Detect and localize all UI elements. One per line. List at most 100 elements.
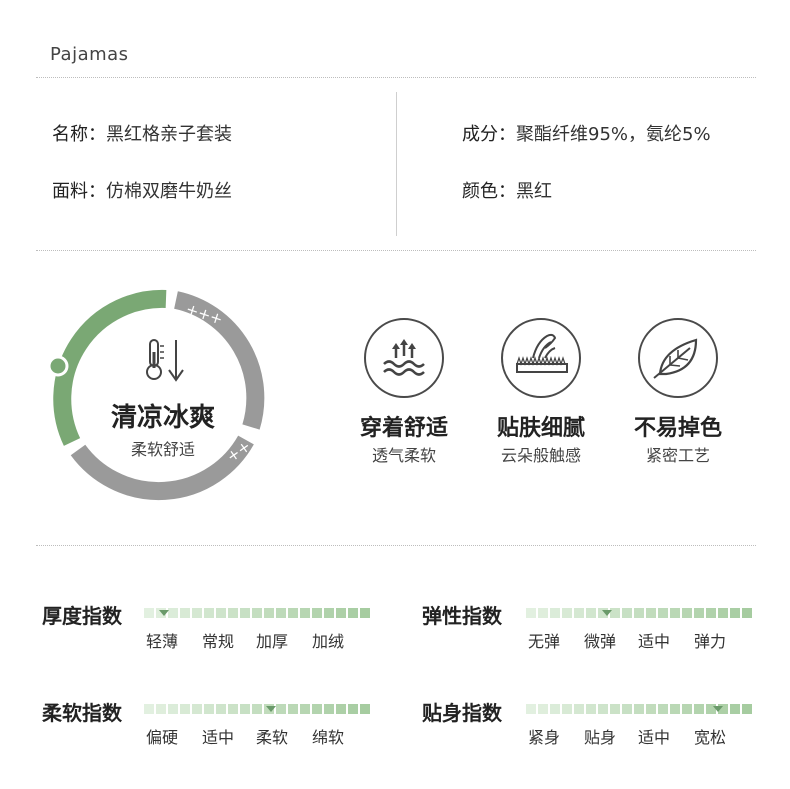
scale-segment — [288, 704, 298, 714]
leaf-icon — [638, 318, 718, 398]
scale-segment — [360, 704, 370, 714]
spec-name-label: 名称： — [52, 124, 106, 145]
scale-segment — [694, 704, 704, 714]
scale-label: 弹力 — [694, 632, 727, 651]
scale-label: 常规 — [202, 632, 235, 651]
scale-segment — [180, 608, 190, 618]
scale-segment — [192, 704, 202, 714]
spec-divider — [396, 92, 397, 236]
scale-segment — [240, 608, 250, 618]
feature-subtitle-skin: 云朵般触感 — [500, 446, 581, 465]
scale-segment — [312, 608, 322, 618]
scale-segment — [574, 704, 584, 714]
scale-segment — [562, 704, 572, 714]
wave-breathable-icon — [364, 318, 444, 398]
scale-segment — [276, 608, 286, 618]
scale-label: 绵软 — [312, 728, 345, 747]
scale-segment — [586, 704, 596, 714]
scale-label: 偏硬 — [146, 728, 179, 747]
spec-fabric-label: 面料： — [52, 181, 106, 202]
scale-segment — [300, 704, 310, 714]
scale-segment — [144, 608, 154, 618]
scale-marker — [602, 610, 613, 616]
scale-segment — [360, 608, 370, 618]
scale-label: 加绒 — [312, 632, 345, 651]
spec-composition-label: 成分： — [462, 124, 516, 145]
scale-segment — [288, 608, 298, 618]
scale-segment — [168, 608, 178, 618]
feature-title-colorfast: 不易掉色 — [633, 416, 722, 441]
spec-color-label: 颜色： — [462, 181, 516, 202]
scale-segment — [240, 704, 250, 714]
scale-segment — [144, 704, 154, 714]
scale-segment — [730, 704, 740, 714]
scale-segment — [682, 704, 692, 714]
scale-label: 适中 — [638, 728, 671, 747]
scale-segment — [718, 608, 728, 618]
spec-composition-value: 聚酯纤维95%，氨纶5% — [516, 124, 711, 145]
scale-label: 宽松 — [694, 728, 727, 747]
scale-segment — [228, 704, 238, 714]
scale-segment — [658, 608, 668, 618]
spec-fabric-value: 仿棉双磨牛奶丝 — [106, 181, 232, 202]
scale-segment — [646, 608, 656, 618]
scale-segment — [694, 608, 704, 618]
hand-fabric-icon — [501, 318, 581, 398]
scale-label: 适中 — [202, 728, 235, 747]
scale-segment — [216, 608, 226, 618]
scale-segment — [670, 704, 680, 714]
scale-segment — [252, 608, 262, 618]
divider — [36, 545, 756, 546]
scale-segment — [658, 704, 668, 714]
scale-title-thickness: 厚度指数 — [42, 604, 122, 628]
scale-segment — [538, 704, 548, 714]
spec-color: 颜色：黑红 — [462, 177, 552, 203]
scale-bar — [144, 608, 370, 618]
scale-segment — [742, 608, 752, 618]
scale-segment — [228, 608, 238, 618]
scale-segment — [622, 608, 632, 618]
scale-segment — [204, 608, 214, 618]
scale-marker — [265, 706, 276, 712]
scale-label: 紧身 — [528, 728, 561, 747]
scale-segment — [324, 704, 334, 714]
spec-name-value: 黑红格亲子套装 — [106, 124, 232, 145]
scale-segment — [622, 704, 632, 714]
scale-segment — [526, 608, 536, 618]
scale-segment — [706, 608, 716, 618]
spec-fabric: 面料：仿棉双磨牛奶丝 — [52, 177, 232, 203]
ring-dot — [47, 355, 69, 377]
scale-label: 微弹 — [584, 632, 617, 651]
scale-segment — [538, 608, 548, 618]
scale-segment — [324, 608, 334, 618]
scale-title-fit: 贴身指数 — [422, 701, 502, 725]
scale-segment — [348, 608, 358, 618]
scale-label: 无弹 — [528, 632, 561, 651]
scale-segment — [300, 608, 310, 618]
spec-composition: 成分：聚酯纤维95%，氨纶5% — [462, 120, 711, 146]
scale-segment — [562, 608, 572, 618]
scale-segment — [670, 608, 680, 618]
scale-marker — [713, 706, 724, 712]
scale-segment — [598, 704, 608, 714]
page-title: Pajamas — [50, 44, 129, 65]
scale-segment — [348, 704, 358, 714]
scale-segment — [634, 704, 644, 714]
scale-segment — [336, 608, 346, 618]
scale-segment — [646, 704, 656, 714]
divider — [36, 77, 756, 78]
scale-bar — [144, 704, 370, 714]
scale-title-softness: 柔软指数 — [42, 701, 122, 725]
scale-label: 贴身 — [584, 728, 617, 747]
scale-segment — [574, 608, 584, 618]
scale-segment — [586, 608, 596, 618]
feature-title-comfort: 穿着舒适 — [359, 416, 448, 441]
scale-segment — [192, 608, 202, 618]
scale-segment — [156, 704, 166, 714]
feature-title-skin: 贴肤细腻 — [496, 416, 585, 441]
scale-segment — [264, 608, 274, 618]
ring-title: 清凉冰爽 — [110, 403, 215, 433]
scale-label: 适中 — [638, 632, 671, 651]
scale-segment — [610, 704, 620, 714]
scale-segment — [336, 704, 346, 714]
